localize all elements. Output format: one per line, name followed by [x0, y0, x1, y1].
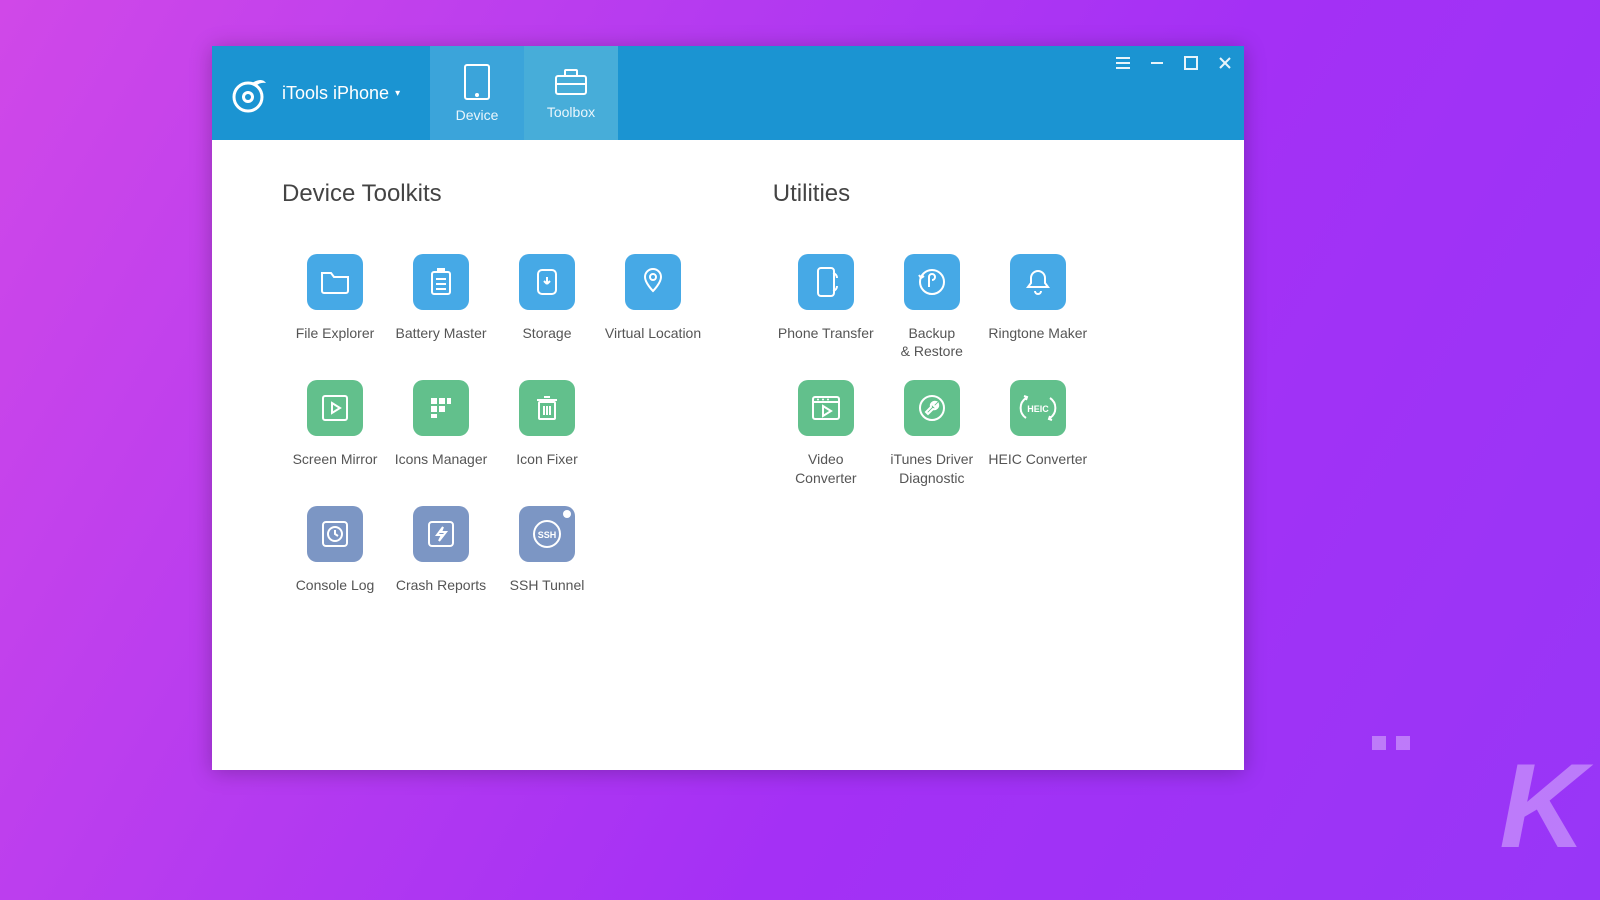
tile-label: Battery Master: [395, 324, 486, 360]
phone-transfer-icon: [798, 254, 854, 310]
video-icon: [798, 380, 854, 436]
section-utilities: Utilities Phone Transfer Backup & Restor…: [773, 180, 1184, 612]
tab-device[interactable]: Device: [430, 46, 524, 140]
bell-icon: [1010, 254, 1066, 310]
tile-label: HEIC Converter: [988, 450, 1087, 486]
tile-virtual-location[interactable]: Virtual Location: [600, 254, 706, 360]
toolbox-icon: [553, 66, 589, 98]
tile-heic-converter[interactable]: HEIC HEIC Converter: [985, 380, 1091, 486]
svg-text:HEIC: HEIC: [1027, 404, 1049, 414]
location-icon: [625, 254, 681, 310]
tile-ssh-tunnel[interactable]: SSH SSH Tunnel: [494, 506, 600, 612]
tile-label: Ringtone Maker: [988, 324, 1087, 360]
tablet-icon: [461, 63, 493, 101]
tile-label: Backup & Restore: [901, 324, 963, 360]
titlebar: iTools iPhone ▾ Device Toolbox: [212, 46, 1244, 140]
storage-icon: [519, 254, 575, 310]
battery-icon: [413, 254, 469, 310]
tile-battery-master[interactable]: Battery Master: [388, 254, 494, 360]
tile-label: Video Converter: [795, 450, 856, 486]
tile-crash-reports[interactable]: Crash Reports: [388, 506, 494, 612]
heic-icon: HEIC: [1010, 380, 1066, 436]
section-device-toolkits: Device Toolkits File Explorer Battery Ma…: [282, 180, 713, 612]
tile-label: File Explorer: [296, 324, 375, 360]
clock-icon: [307, 506, 363, 562]
tile-label: iTunes Driver Diagnostic: [890, 450, 973, 486]
tile-label: Icons Manager: [395, 450, 488, 486]
trash-icon: [519, 380, 575, 436]
brand[interactable]: iTools iPhone ▾: [212, 46, 430, 140]
watermark-icon: K: [1499, 737, 1580, 875]
minimize-icon[interactable]: [1148, 54, 1166, 72]
brand-logo-icon: [224, 69, 272, 117]
tab-label: Device: [456, 107, 499, 123]
play-icon: [307, 380, 363, 436]
tile-console-log[interactable]: Console Log: [282, 506, 388, 612]
tile-phone-transfer[interactable]: Phone Transfer: [773, 254, 879, 360]
watermark-dots: [1372, 736, 1410, 750]
section-title: Device Toolkits: [282, 180, 713, 208]
tile-label: Console Log: [296, 576, 375, 612]
tile-itunes-diagnostic[interactable]: iTunes Driver Diagnostic: [879, 380, 985, 486]
tile-icons-manager[interactable]: Icons Manager: [388, 380, 494, 486]
main-content: Device Toolkits File Explorer Battery Ma…: [212, 140, 1244, 612]
tile-backup-restore[interactable]: Backup & Restore: [879, 254, 985, 360]
bolt-icon: [413, 506, 469, 562]
backup-icon: [904, 254, 960, 310]
tile-icon-fixer[interactable]: Icon Fixer: [494, 380, 600, 486]
tile-label: Storage: [522, 324, 571, 360]
tile-storage[interactable]: Storage: [494, 254, 600, 360]
app-window: iTools iPhone ▾ Device Toolbox: [212, 46, 1244, 770]
chevron-down-icon: ▾: [395, 88, 400, 99]
tab-label: Toolbox: [547, 104, 595, 120]
section-title: Utilities: [773, 180, 1184, 208]
tile-label: SSH Tunnel: [510, 576, 585, 612]
tile-screen-mirror[interactable]: Screen Mirror: [282, 380, 388, 486]
tab-toolbox[interactable]: Toolbox: [524, 46, 618, 140]
ssh-icon: SSH: [519, 506, 575, 562]
tile-label: Crash Reports: [396, 576, 486, 612]
window-controls: [1114, 54, 1234, 72]
svg-text:SSH: SSH: [538, 530, 557, 540]
maximize-icon[interactable]: [1182, 54, 1200, 72]
tile-video-converter[interactable]: Video Converter: [773, 380, 879, 486]
tile-label: Icon Fixer: [516, 450, 577, 486]
close-icon[interactable]: [1216, 54, 1234, 72]
grid-icon: [413, 380, 469, 436]
tile-label: Phone Transfer: [778, 324, 874, 360]
wrench-icon: [904, 380, 960, 436]
tile-label: Screen Mirror: [293, 450, 378, 486]
menu-icon[interactable]: [1114, 54, 1132, 72]
folder-icon: [307, 254, 363, 310]
tile-file-explorer[interactable]: File Explorer: [282, 254, 388, 360]
brand-title: iTools iPhone: [282, 83, 389, 104]
tile-label: Virtual Location: [605, 324, 701, 360]
tile-ringtone-maker[interactable]: Ringtone Maker: [985, 254, 1091, 360]
